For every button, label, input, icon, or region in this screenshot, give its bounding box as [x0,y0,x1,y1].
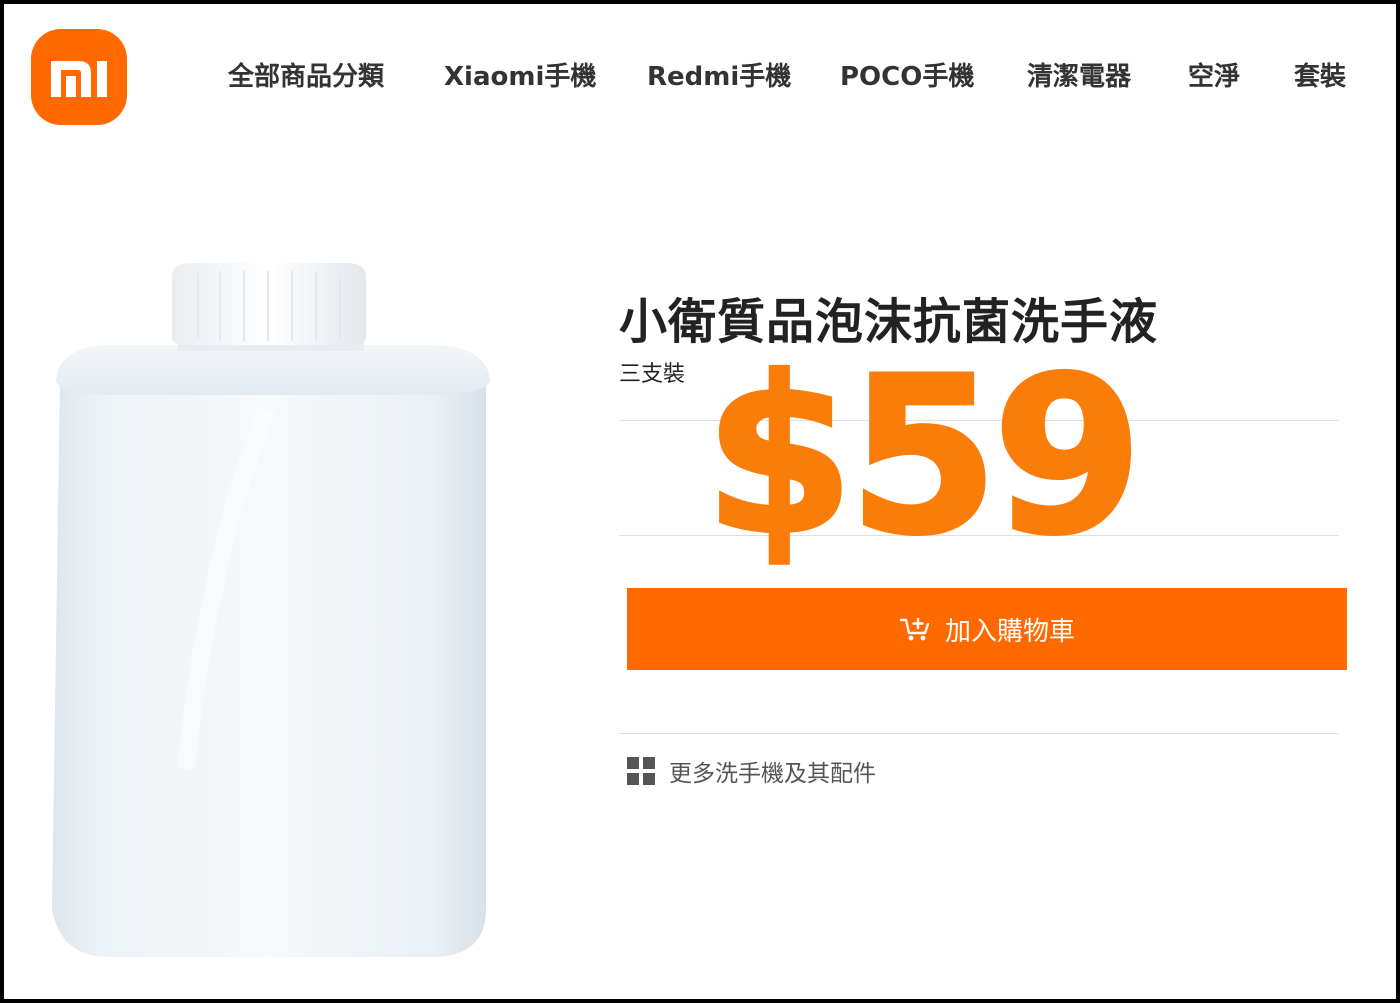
nav-item-bundles[interactable]: 套裝 [1294,54,1346,100]
add-to-cart-button[interactable]: 加入購物車 [627,588,1347,670]
grid-icon [627,757,655,785]
add-to-cart-icon [899,617,930,641]
nav-item-xiaomi-phones[interactable]: Xiaomi手機 [444,54,596,100]
page-frame: 全部商品分類 Xiaomi手機 Redmi手機 POCO手機 清潔電器 空淨 套… [4,4,1396,999]
add-to-cart-label: 加入購物車 [944,616,1075,647]
product-image [16,249,612,969]
main-nav: 全部商品分類 Xiaomi手機 Redmi手機 POCO手機 清潔電器 空淨 套… [4,54,1396,100]
product-variant: 三支裝 [619,362,686,387]
nav-item-redmi-phones[interactable]: Redmi手機 [647,54,791,100]
nav-item-all-categories[interactable]: 全部商品分類 [228,54,384,100]
divider [619,733,1339,734]
price-overlay: $59 [702,331,1145,582]
more-accessories-label: 更多洗手機及其配件 [669,761,876,787]
more-accessories-link[interactable]: 更多洗手機及其配件 [627,754,876,788]
nav-item-air-purifiers[interactable]: 空淨 [1188,54,1240,100]
nav-item-poco-phones[interactable]: POCO手機 [840,54,974,100]
nav-item-cleaning-appliances[interactable]: 清潔電器 [1027,54,1131,100]
